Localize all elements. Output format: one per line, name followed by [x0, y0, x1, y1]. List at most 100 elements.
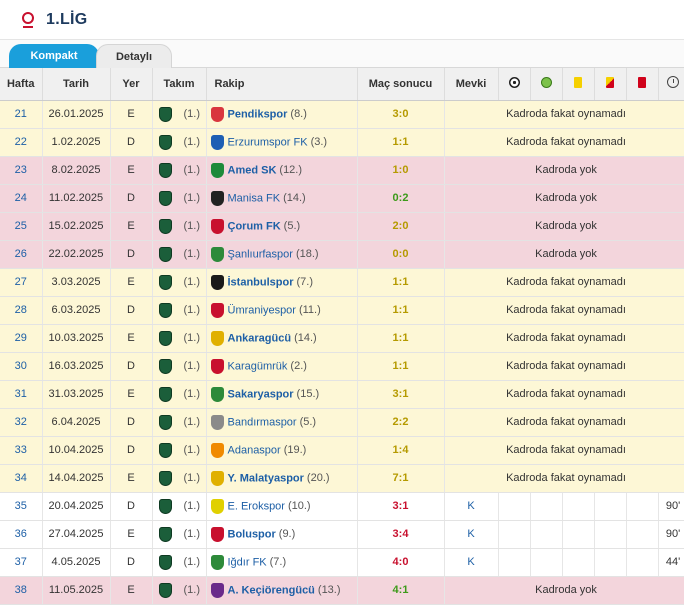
week-cell[interactable]: 26: [0, 240, 43, 269]
match-result[interactable]: 7:1: [393, 472, 409, 484]
opponent-crest-icon[interactable]: [210, 414, 224, 430]
team-crest-icon[interactable]: [158, 106, 172, 122]
team-crest-icon[interactable]: [158, 162, 172, 178]
opponent-name[interactable]: Y. Malatyaspor: [228, 472, 304, 484]
match-result[interactable]: 3:0: [393, 108, 409, 120]
opponent-crest-icon[interactable]: [210, 386, 224, 402]
opponent-crest-icon[interactable]: [210, 470, 224, 486]
team-crest-icon[interactable]: [158, 134, 172, 150]
team-crest-icon[interactable]: [158, 330, 172, 346]
col-red[interactable]: [626, 68, 659, 101]
opponent-name[interactable]: Amed SK: [228, 164, 277, 176]
opponent-name[interactable]: A. Keçiörengücü: [228, 584, 315, 596]
week-cell[interactable]: 24: [0, 184, 43, 213]
week-cell[interactable]: 30: [0, 352, 43, 381]
team-crest-icon[interactable]: [158, 414, 172, 430]
opponent-name[interactable]: Iğdır FK: [228, 556, 267, 568]
opponent-name[interactable]: Pendikspor: [228, 108, 288, 120]
col-tarih[interactable]: Tarih: [42, 68, 111, 101]
tab-kompakt[interactable]: Kompakt: [9, 44, 99, 68]
week-cell[interactable]: 36: [0, 520, 43, 549]
week-cell[interactable]: 27: [0, 268, 43, 297]
team-crest-icon[interactable]: [158, 218, 172, 234]
opponent-crest-icon[interactable]: [210, 134, 224, 150]
opponent-name[interactable]: Erzurumspor FK: [228, 136, 308, 148]
opponent-name[interactable]: Bandırmaspor: [228, 416, 297, 428]
match-result[interactable]: 4:1: [393, 584, 409, 596]
col-yellow[interactable]: [562, 68, 595, 101]
team-crest-icon[interactable]: [158, 190, 172, 206]
team-crest-icon[interactable]: [158, 358, 172, 374]
match-result[interactable]: 0:2: [393, 192, 409, 204]
col-minutes[interactable]: [658, 68, 684, 101]
col-assist[interactable]: [530, 68, 563, 101]
week-cell[interactable]: 22: [0, 128, 43, 157]
col-yellow-red[interactable]: [594, 68, 627, 101]
team-crest-icon[interactable]: [158, 302, 172, 318]
week-cell[interactable]: 32: [0, 408, 43, 437]
week-cell[interactable]: 31: [0, 380, 43, 409]
week-cell[interactable]: 21: [0, 100, 43, 129]
match-result[interactable]: 1:1: [393, 332, 409, 344]
match-result[interactable]: 3:1: [393, 500, 409, 512]
opponent-name[interactable]: İstanbulspor: [228, 276, 294, 288]
opponent-name[interactable]: Ankaragücü: [228, 332, 292, 344]
match-result[interactable]: 1:1: [393, 304, 409, 316]
match-result[interactable]: 3:1: [393, 388, 409, 400]
opponent-crest-icon[interactable]: [210, 582, 224, 598]
col-mevki[interactable]: Mevki: [444, 68, 499, 101]
col-yer[interactable]: Yer: [110, 68, 153, 101]
week-cell[interactable]: 28: [0, 296, 43, 325]
week-cell[interactable]: 33: [0, 436, 43, 465]
week-cell[interactable]: 37: [0, 548, 43, 577]
match-result[interactable]: 1:1: [393, 136, 409, 148]
col-rakip[interactable]: Rakip: [206, 68, 358, 101]
team-crest-icon[interactable]: [158, 582, 172, 598]
match-result[interactable]: 1:4: [393, 444, 409, 456]
opponent-crest-icon[interactable]: [210, 106, 224, 122]
opponent-crest-icon[interactable]: [210, 302, 224, 318]
team-crest-icon[interactable]: [158, 246, 172, 262]
tab-detayli[interactable]: Detaylı: [96, 44, 172, 68]
team-crest-icon[interactable]: [158, 274, 172, 290]
opponent-name[interactable]: Ümraniyespor: [228, 304, 296, 316]
match-result[interactable]: 2:0: [393, 220, 409, 232]
match-result[interactable]: 3:4: [393, 528, 409, 540]
week-cell[interactable]: 34: [0, 464, 43, 493]
opponent-crest-icon[interactable]: [210, 190, 224, 206]
opponent-crest-icon[interactable]: [210, 246, 224, 262]
team-crest-icon[interactable]: [158, 442, 172, 458]
opponent-name[interactable]: E. Erokspor: [228, 500, 285, 512]
opponent-crest-icon[interactable]: [210, 330, 224, 346]
week-cell[interactable]: 38: [0, 576, 43, 605]
opponent-name[interactable]: Karagümrük: [228, 360, 288, 372]
opponent-crest-icon[interactable]: [210, 526, 224, 542]
opponent-crest-icon[interactable]: [210, 554, 224, 570]
opponent-name[interactable]: Boluspor: [228, 528, 276, 540]
week-cell[interactable]: 35: [0, 492, 43, 521]
opponent-name[interactable]: Adanaspor: [228, 444, 281, 456]
match-result[interactable]: 1:0: [393, 164, 409, 176]
match-result[interactable]: 4:0: [393, 556, 409, 568]
opponent-name[interactable]: Sakaryaspor: [228, 388, 294, 400]
team-crest-icon[interactable]: [158, 470, 172, 486]
opponent-name[interactable]: Şanlıurfaspor: [228, 248, 293, 260]
col-hafta[interactable]: Hafta: [0, 68, 43, 101]
match-result[interactable]: 0:0: [393, 248, 409, 260]
match-result[interactable]: 1:1: [393, 360, 409, 372]
opponent-crest-icon[interactable]: [210, 274, 224, 290]
team-crest-icon[interactable]: [158, 498, 172, 514]
opponent-crest-icon[interactable]: [210, 442, 224, 458]
col-goal[interactable]: [498, 68, 531, 101]
week-cell[interactable]: 23: [0, 156, 43, 185]
team-crest-icon[interactable]: [158, 386, 172, 402]
col-mac-sonucu[interactable]: Maç sonucu: [357, 68, 445, 101]
opponent-crest-icon[interactable]: [210, 162, 224, 178]
opponent-name[interactable]: Çorum FK: [228, 220, 281, 232]
opponent-crest-icon[interactable]: [210, 218, 224, 234]
team-crest-icon[interactable]: [158, 526, 172, 542]
opponent-crest-icon[interactable]: [210, 498, 224, 514]
match-result[interactable]: 2:2: [393, 416, 409, 428]
week-cell[interactable]: 29: [0, 324, 43, 353]
opponent-crest-icon[interactable]: [210, 358, 224, 374]
